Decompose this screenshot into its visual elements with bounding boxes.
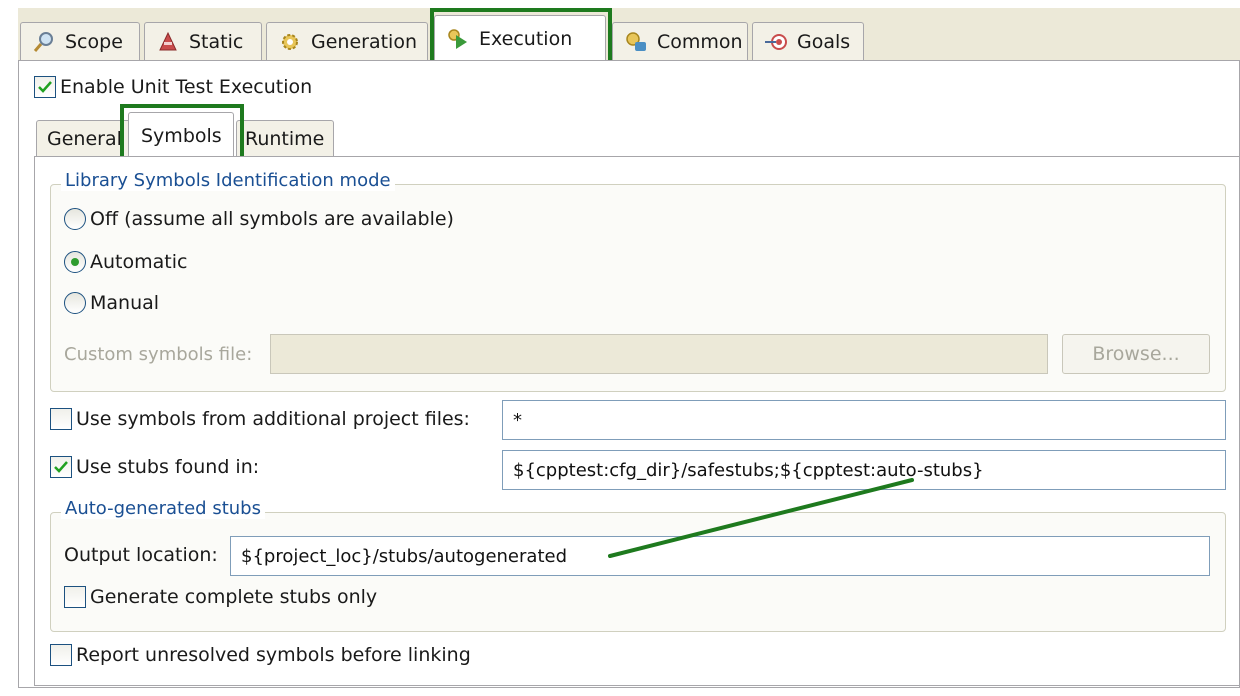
auto-generated-stubs-group-title: Auto-generated stubs (61, 498, 265, 519)
report-unresolved-row[interactable]: Report unresolved symbols before linking (50, 644, 471, 666)
tab-common[interactable]: Common (612, 22, 748, 60)
radio-off-button[interactable] (64, 208, 86, 230)
additional-project-files-label: Use symbols from additional project file… (76, 408, 470, 430)
enable-unit-test-checkbox[interactable] (34, 76, 56, 98)
tab-runtime-label: Runtime (245, 127, 325, 150)
radio-automatic-label: Automatic (90, 251, 188, 273)
common-icon (623, 29, 649, 55)
tab-runtime[interactable]: Runtime (236, 120, 334, 156)
tab-execution[interactable]: Execution (434, 15, 606, 61)
output-location-input[interactable]: ${project_loc}/stubs/autogenerated (230, 536, 1210, 576)
radio-off-label: Off (assume all symbols are available) (90, 208, 454, 230)
tab-generation[interactable]: Generation (266, 22, 428, 60)
tab-execution-label: Execution (479, 27, 573, 50)
report-unresolved-label: Report unresolved symbols before linking (76, 644, 471, 666)
tab-goals[interactable]: Goals (752, 22, 864, 60)
complete-stubs-row[interactable]: Generate complete stubs only (64, 586, 377, 608)
radio-selected-dot (71, 258, 79, 266)
magnifier-icon (31, 29, 57, 55)
tab-generation-label: Generation (311, 30, 417, 53)
additional-project-files-checkbox[interactable] (50, 408, 72, 430)
generation-gear-icon (277, 29, 303, 55)
complete-stubs-label: Generate complete stubs only (90, 586, 378, 608)
stubs-found-in-checkbox[interactable] (50, 456, 72, 478)
radio-automatic-button[interactable] (64, 251, 86, 273)
custom-symbols-file-input[interactable] (270, 334, 1048, 374)
stubs-found-in-label: Use stubs found in: (76, 456, 260, 478)
tab-scope[interactable]: Scope (20, 22, 140, 60)
library-symbols-group-title: Library Symbols Identification mode (61, 170, 395, 191)
radio-manual-button[interactable] (64, 292, 86, 314)
browse-button[interactable]: Browse... (1062, 334, 1210, 374)
radio-automatic[interactable]: Automatic (64, 251, 187, 273)
static-analysis-icon (155, 29, 181, 55)
tab-general-label: General (47, 127, 122, 150)
enable-unit-test-execution[interactable]: Enable Unit Test Execution (34, 76, 312, 98)
report-unresolved-checkbox[interactable] (50, 644, 72, 666)
stubs-found-in-input[interactable]: ${cpptest:cfg_dir}/safestubs;${cpptest:a… (502, 450, 1226, 490)
goals-target-icon (763, 29, 789, 55)
tab-general[interactable]: General (36, 120, 136, 156)
tab-scope-label: Scope (65, 30, 123, 53)
radio-off[interactable]: Off (assume all symbols are available) (64, 208, 454, 230)
tab-static[interactable]: Static (144, 22, 262, 60)
complete-stubs-checkbox[interactable] (64, 586, 86, 608)
radio-manual-label: Manual (90, 292, 160, 314)
enable-unit-test-label: Enable Unit Test Execution (60, 76, 313, 98)
stubs-found-in-row[interactable]: Use stubs found in: (50, 456, 259, 478)
tab-static-label: Static (189, 30, 244, 53)
radio-manual[interactable]: Manual (64, 292, 159, 314)
tab-symbols[interactable]: Symbols (128, 112, 234, 158)
tab-common-label: Common (657, 30, 743, 53)
tab-goals-label: Goals (797, 30, 851, 53)
custom-symbols-file-label: Custom symbols file: (64, 344, 253, 365)
additional-project-files-row[interactable]: Use symbols from additional project file… (50, 408, 470, 430)
tab-symbols-label: Symbols (141, 124, 222, 147)
additional-project-files-input[interactable]: * (502, 400, 1226, 440)
execution-play-icon (445, 26, 471, 52)
output-location-label: Output location: (64, 544, 218, 566)
